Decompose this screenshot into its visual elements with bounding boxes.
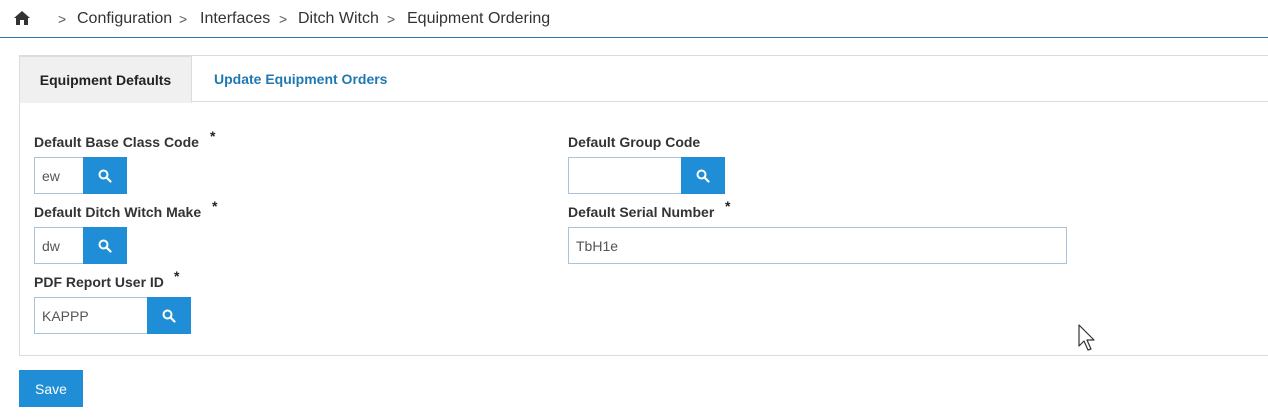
breadcrumb-ditch-witch[interactable]: Ditch Witch — [298, 10, 379, 28]
base-class-code-search-button[interactable] — [83, 157, 127, 194]
search-icon — [98, 239, 112, 253]
search-icon — [98, 169, 112, 183]
breadcrumb-equipment-ordering: Equipment Ordering — [407, 10, 551, 27]
pdf-report-user-id-label: PDF Report User ID — [34, 274, 164, 290]
group-code-input[interactable] — [568, 157, 682, 194]
group-code-search-button[interactable] — [681, 157, 725, 194]
pdf-report-user-id-input[interactable] — [34, 297, 148, 334]
search-icon — [696, 169, 710, 183]
breadcrumb-configuration[interactable]: Configuration — [77, 10, 172, 28]
tab-strip: Equipment Defaults Update Equipment Orde… — [19, 56, 1268, 103]
breadcrumb-separator: > — [279, 11, 288, 27]
base-class-code-input[interactable] — [34, 157, 84, 194]
mouse-cursor-icon — [1078, 324, 1095, 351]
save-button[interactable]: Save — [19, 370, 83, 407]
serial-number-label: Default Serial Number — [568, 204, 715, 220]
search-icon — [162, 309, 176, 323]
required-marker: * — [174, 268, 180, 284]
pdf-report-user-id-search-button[interactable] — [147, 297, 191, 334]
required-marker: * — [725, 198, 731, 214]
breadcrumb-separator: > — [179, 11, 188, 27]
serial-number-input[interactable] — [568, 227, 1067, 264]
home-icon[interactable] — [13, 9, 31, 27]
tab-update-equipment-orders[interactable]: Update Equipment Orders — [214, 56, 387, 102]
ditch-witch-make-label: Default Ditch Witch Make — [34, 204, 202, 220]
group-code-label: Default Group Code — [568, 134, 701, 150]
tab-equipment-defaults[interactable]: Equipment Defaults — [19, 56, 192, 103]
breadcrumb-bar: > Configuration > Interfaces > Ditch Wit… — [0, 0, 1268, 38]
required-marker: * — [210, 128, 216, 144]
breadcrumb-separator: > — [58, 11, 67, 27]
required-marker: * — [212, 198, 218, 214]
breadcrumb-interfaces[interactable]: Interfaces — [200, 10, 270, 28]
ditch-witch-make-search-button[interactable] — [83, 227, 127, 264]
breadcrumb-separator: > — [387, 11, 396, 27]
base-class-code-label: Default Base Class Code — [34, 134, 199, 150]
ditch-witch-make-input[interactable] — [34, 227, 84, 264]
